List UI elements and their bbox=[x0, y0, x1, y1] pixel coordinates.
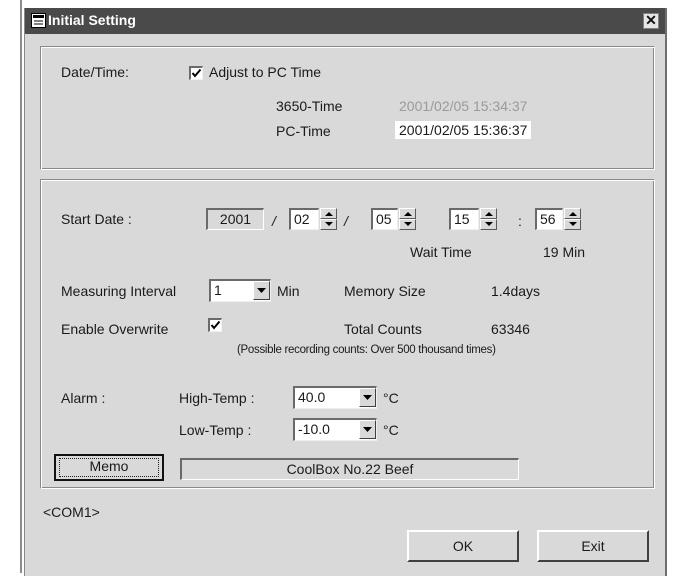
spin-up-arrow-icon bbox=[485, 212, 493, 216]
start-hour-spinner[interactable] bbox=[480, 208, 497, 230]
low-temp-dropdown-button[interactable] bbox=[359, 420, 376, 439]
pc-time-label: PC-Time bbox=[276, 123, 331, 139]
spin-up-arrow-icon bbox=[325, 212, 333, 216]
memory-size-value: 1.4days bbox=[491, 283, 541, 299]
adjust-to-pc-checkbox[interactable] bbox=[189, 66, 203, 80]
check-icon bbox=[210, 320, 221, 330]
high-temp-unit: °C bbox=[383, 390, 399, 406]
datetime-group bbox=[40, 46, 655, 170]
measuring-interval-label: Measuring Interval bbox=[61, 283, 177, 299]
start-date-label: Start Date : bbox=[61, 211, 132, 227]
day-up-button[interactable] bbox=[399, 208, 416, 219]
exit-button[interactable]: Exit bbox=[537, 530, 649, 562]
spin-down-arrow-icon bbox=[325, 222, 333, 226]
ok-button-label: OK bbox=[452, 538, 474, 554]
date-separator-1: / bbox=[272, 213, 276, 229]
month-down-button[interactable] bbox=[320, 219, 337, 230]
interval-dropdown-button[interactable] bbox=[253, 281, 270, 300]
total-counts-value: 63346 bbox=[491, 321, 530, 337]
start-month-spinner[interactable] bbox=[320, 208, 337, 230]
start-month-field[interactable]: 02 bbox=[289, 208, 319, 230]
memory-size-label: Memory Size bbox=[344, 283, 426, 299]
memo-text-value: CoolBox No.22 Beef bbox=[286, 461, 414, 477]
day-down-button[interactable] bbox=[399, 219, 416, 230]
exit-button-label: Exit bbox=[581, 538, 605, 554]
hour-up-button[interactable] bbox=[480, 208, 497, 219]
minute-down-button[interactable] bbox=[564, 219, 581, 230]
time-separator: : bbox=[518, 213, 522, 229]
device-time-label: 3650-Time bbox=[276, 98, 343, 114]
com-port-label: <COM1> bbox=[43, 504, 100, 520]
memo-text-field[interactable]: CoolBox No.22 Beef bbox=[180, 458, 519, 480]
start-minute-value: 56 bbox=[540, 211, 556, 227]
wait-time-value: 19 Min bbox=[543, 244, 586, 260]
hour-down-button[interactable] bbox=[480, 219, 497, 230]
dropdown-arrow-icon bbox=[363, 395, 372, 400]
low-temp-unit: °C bbox=[383, 422, 399, 438]
total-counts-label: Total Counts bbox=[344, 321, 422, 337]
memo-focus-ring bbox=[59, 458, 159, 477]
enable-overwrite-label: Enable Overwrite bbox=[61, 321, 169, 337]
spin-down-arrow-icon bbox=[569, 222, 577, 226]
start-year-value: 2001 bbox=[219, 211, 252, 227]
close-icon: ✕ bbox=[645, 12, 657, 28]
high-temp-dropdown-button[interactable] bbox=[359, 388, 376, 407]
high-temp-value: 40.0 bbox=[298, 389, 326, 405]
page-edge bbox=[20, 0, 22, 573]
check-icon bbox=[191, 68, 202, 78]
high-temp-select[interactable]: 40.0 bbox=[293, 386, 377, 409]
spin-up-arrow-icon bbox=[569, 212, 577, 216]
device-time-value: 2001/02/05 15:34:37 bbox=[399, 98, 528, 114]
memo-button[interactable]: Memo bbox=[54, 454, 164, 481]
pc-time-value: 2001/02/05 15:36:37 bbox=[395, 121, 532, 139]
low-temp-select[interactable]: -10.0 bbox=[293, 418, 377, 441]
start-day-field[interactable]: 05 bbox=[371, 208, 398, 230]
month-up-button[interactable] bbox=[320, 208, 337, 219]
spin-down-arrow-icon bbox=[404, 222, 412, 226]
start-minute-field[interactable]: 56 bbox=[535, 208, 563, 230]
start-month-value: 02 bbox=[294, 211, 310, 227]
start-day-spinner[interactable] bbox=[399, 208, 416, 230]
dropdown-arrow-icon bbox=[257, 288, 266, 293]
adjust-to-pc-label: Adjust to PC Time bbox=[209, 64, 322, 80]
close-button[interactable]: ✕ bbox=[643, 13, 659, 29]
title-bar: Initial Setting ✕ bbox=[25, 8, 665, 34]
datetime-label: Date/Time: bbox=[61, 64, 129, 80]
initial-setting-dialog: Initial Setting ✕ Date/Time: Adjust to P… bbox=[24, 8, 667, 576]
start-minute-spinner[interactable] bbox=[564, 208, 581, 230]
low-temp-value: -10.0 bbox=[298, 421, 330, 437]
high-temp-label: High-Temp : bbox=[179, 390, 255, 406]
spin-down-arrow-icon bbox=[485, 222, 493, 226]
low-temp-label: Low-Temp : bbox=[179, 422, 252, 438]
measuring-interval-value: 1 bbox=[214, 282, 222, 298]
alarm-label: Alarm : bbox=[61, 390, 106, 406]
window-title: Initial Setting bbox=[48, 12, 136, 28]
dropdown-arrow-icon bbox=[363, 427, 372, 432]
interval-unit: Min bbox=[277, 283, 300, 299]
measuring-interval-select[interactable]: 1 bbox=[209, 279, 271, 302]
enable-overwrite-checkbox[interactable] bbox=[208, 318, 222, 332]
ok-button[interactable]: OK bbox=[407, 530, 519, 562]
recording-counts-note: (Possible recording counts: Over 500 tho… bbox=[237, 344, 496, 356]
wait-time-label: Wait Time bbox=[410, 244, 472, 260]
window-icon bbox=[31, 13, 46, 28]
start-day-value: 05 bbox=[376, 211, 392, 227]
minute-up-button[interactable] bbox=[564, 208, 581, 219]
start-year-field[interactable]: 2001 bbox=[206, 208, 264, 230]
start-hour-field[interactable]: 15 bbox=[449, 208, 479, 230]
date-separator-2: / bbox=[344, 213, 348, 229]
spin-up-arrow-icon bbox=[404, 212, 412, 216]
start-hour-value: 15 bbox=[454, 211, 470, 227]
